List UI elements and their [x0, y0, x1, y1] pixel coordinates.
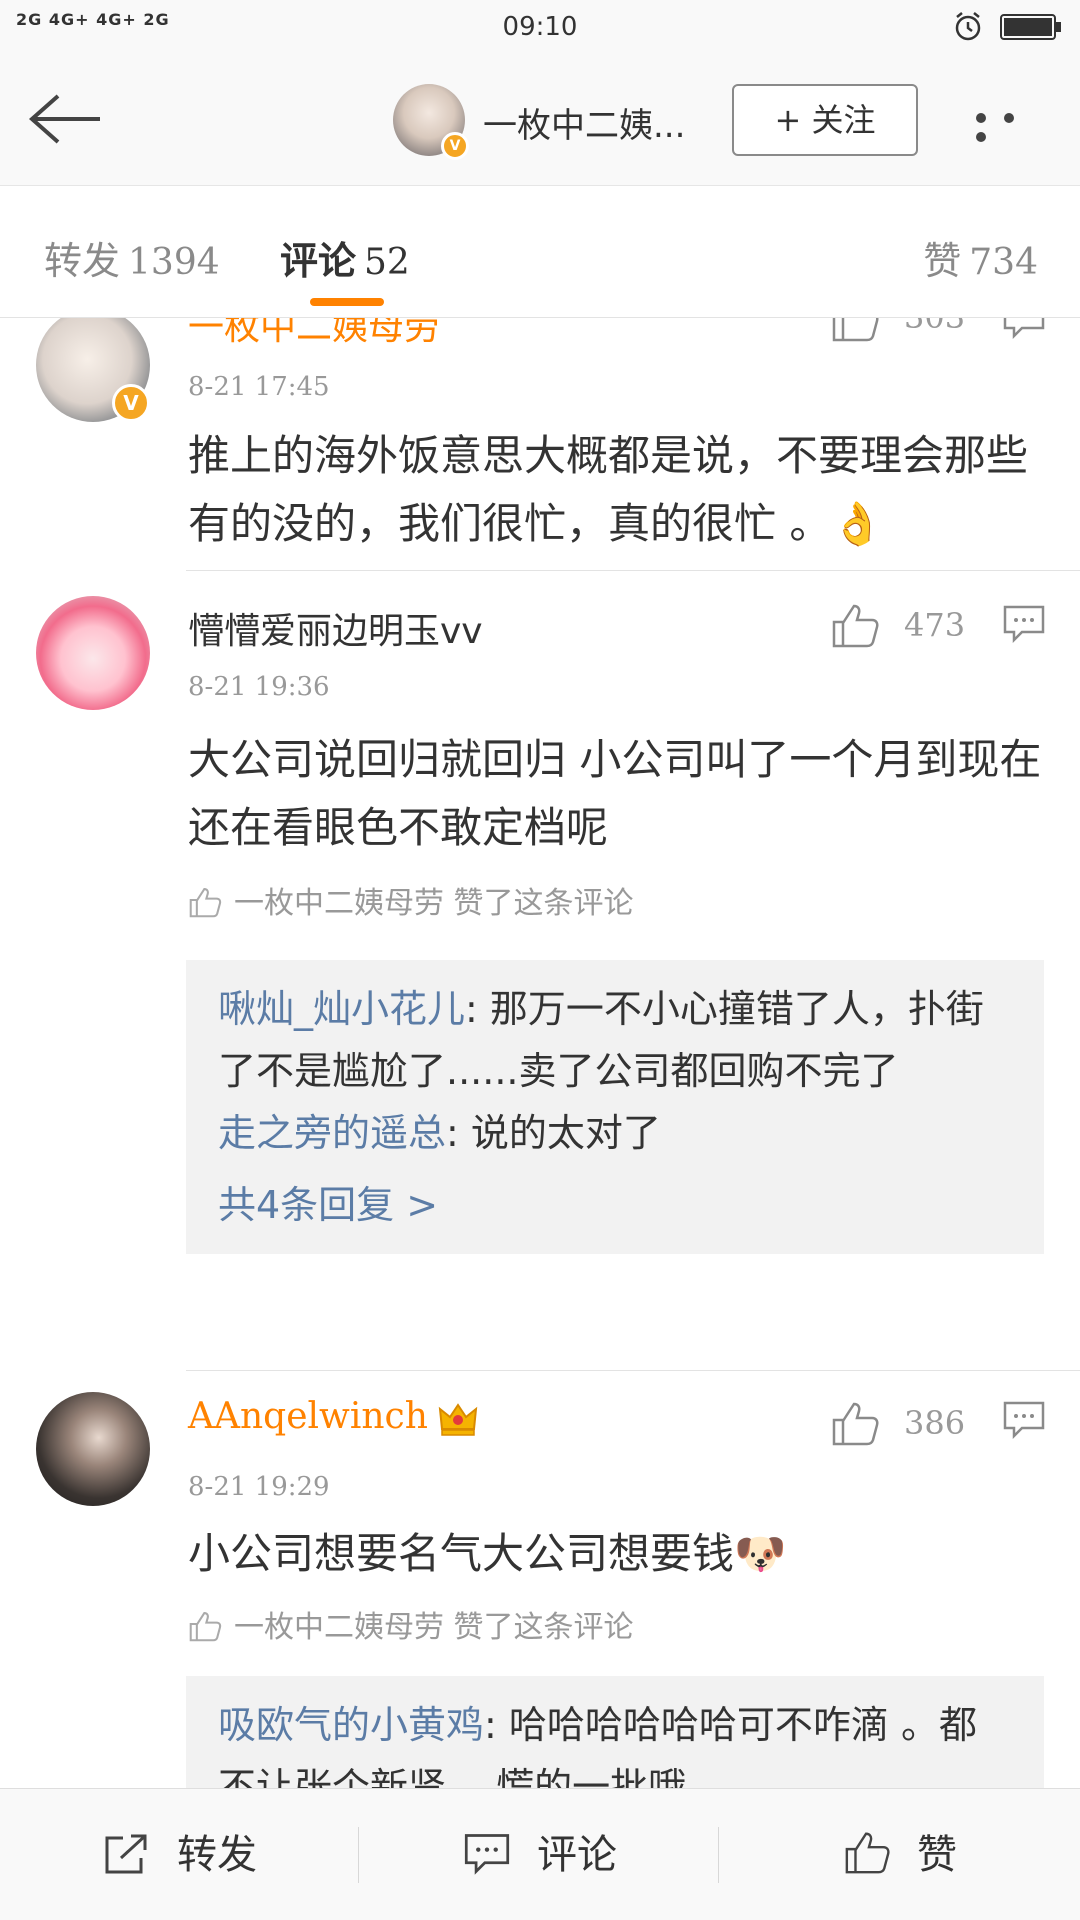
comment-time: 8-21 19:29 — [188, 1472, 330, 1502]
reply-item[interactable]: 吸欧气的小黄鸡: 哈哈哈哈哈哈可不咋滴 。都不让张个新肾 。慌的一批哦 — [218, 1694, 1014, 1788]
like-count: 303 — [904, 318, 965, 336]
reply-username[interactable]: 吸欧气的小黄鸡 — [218, 1703, 484, 1747]
more-options-icon[interactable] — [976, 108, 1052, 142]
status-bar: 2G 4G+ 4G+ 2G 09:10 — [0, 0, 1080, 58]
like-count: 386 — [904, 1404, 966, 1442]
vip-crown-icon — [438, 1403, 478, 1436]
tab-comments[interactable]: 评论 52 — [280, 230, 410, 285]
liked-by-author: 一枚中二姨母劳 赞了这条评论 — [188, 1602, 634, 1646]
reply-item[interactable]: 走之旁的遥总: 说的太对了 — [218, 1102, 1014, 1164]
comment-item: 懵懵爱丽边明玉vv 473 8-21 19:36 大公司说回归就回归 小公司叫了… — [0, 570, 1080, 1370]
thumbs-up-small-icon — [189, 1612, 222, 1642]
like-button[interactable]: 赞 — [720, 1789, 1080, 1920]
tab-bar: 转发 1394 评论 52 赞 734 — [0, 186, 1080, 318]
reply-username[interactable]: 走之旁的遥总 — [218, 1111, 446, 1155]
comment-text: 大公司说回归就回归 小公司叫了一个月到现在还在看眼色不敢定档呢 — [188, 735, 1042, 852]
replies-box[interactable]: 啾灿_灿小花儿: 那万一不小心撞错了人，扑街了不是尴尬了......卖了公司都回… — [186, 960, 1044, 1254]
bottom-toolbar: 转发 评论 赞 — [0, 1788, 1080, 1920]
verified-badge-icon: V — [112, 384, 150, 422]
tab-comments-label: 评论 — [280, 239, 357, 283]
tab-likes-count: 734 — [969, 242, 1038, 283]
tab-repost[interactable]: 转发 1394 — [44, 230, 220, 285]
repost-button[interactable]: 转发 — [0, 1789, 360, 1920]
reply-item[interactable]: 啾灿_灿小花儿: 那万一不小心撞错了人，扑街了不是尴尬了......卖了公司都回… — [218, 978, 1014, 1102]
comment-item: AAnqelwinch 386 8-21 19:29 小公司想要名气大公司想要钱… — [0, 1370, 1080, 1788]
battery-icon — [1000, 14, 1061, 40]
liked-by-name: 一枚中二姨母劳 — [234, 1610, 444, 1645]
back-arrow-icon[interactable] — [24, 88, 104, 150]
comment-button[interactable]: 评论 — [360, 1789, 720, 1920]
comment-text: 推上的海外饭意思大概都是说，不要理会那些有的没的，我们很忙，真的很忙 。👌 — [188, 431, 1029, 548]
tab-comments-count: 52 — [364, 242, 410, 283]
like-label: 赞 — [917, 1832, 957, 1878]
comment-icon — [464, 1834, 510, 1875]
reply-text: : 说的太对了 — [446, 1111, 661, 1155]
reply-icon[interactable] — [1002, 1400, 1046, 1440]
liked-by-suffix: 赞了这条评论 — [453, 886, 634, 921]
share-icon — [105, 1834, 147, 1874]
comment-list[interactable]: V 一枚中二姨母劳 303 8-21 17:45 推上的海外饭意思大概都是说，不… — [0, 318, 1080, 1788]
liked-by-suffix: 赞了这条评论 — [453, 1610, 634, 1645]
commenter-name[interactable]: 一枚中二姨母劳 — [188, 318, 440, 350]
author-avatar[interactable]: V — [393, 84, 469, 160]
comment-time: 8-21 19:36 — [188, 672, 330, 702]
replies-box[interactable]: 吸欧气的小黄鸡: 哈哈哈哈哈哈可不咋滴 。都不让张个新肾 。慌的一批哦 — [186, 1676, 1044, 1788]
verified-badge-icon: V — [441, 132, 469, 160]
header-bar: V 一枚中二姨... + 关注 — [0, 58, 1080, 186]
commenter-name[interactable]: AAnqelwinch — [188, 1396, 478, 1437]
comment-text: 小公司想要名气大公司想要钱🐶 — [188, 1529, 787, 1578]
thumbs-up-icon — [845, 1832, 890, 1874]
alarm-icon — [955, 12, 981, 41]
reply-username[interactable]: 啾灿_灿小花儿 — [218, 987, 465, 1031]
tab-likes-label: 赞 — [923, 239, 962, 283]
follow-button[interactable]: + 关注 — [732, 84, 918, 156]
active-tab-indicator — [310, 298, 384, 306]
tab-repost-count: 1394 — [128, 242, 220, 283]
toolbar-separator — [358, 1827, 359, 1883]
thumbs-up-icon[interactable] — [830, 318, 880, 344]
reply-icon[interactable] — [1002, 318, 1046, 340]
comment-label: 评论 — [537, 1832, 617, 1878]
thumbs-up-icon[interactable] — [830, 1398, 880, 1448]
liked-by-author: 一枚中二姨母劳 赞了这条评论 — [188, 878, 634, 922]
toolbar-separator — [718, 1827, 719, 1883]
liked-by-name: 一枚中二姨母劳 — [234, 886, 444, 921]
commenter-name[interactable]: 懵懵爱丽边明玉vv — [188, 602, 483, 654]
comment-time: 8-21 17:45 — [188, 372, 330, 402]
tab-likes[interactable]: 赞 734 — [923, 230, 1038, 285]
thumbs-up-icon[interactable] — [830, 600, 880, 650]
author-name[interactable]: 一枚中二姨... — [483, 98, 685, 147]
view-all-replies-link[interactable]: 共4条回复 > — [218, 1174, 1014, 1236]
tab-repost-label: 转发 — [44, 239, 121, 283]
reply-icon[interactable] — [1002, 604, 1046, 644]
repost-label: 转发 — [177, 1832, 257, 1878]
thumbs-up-small-icon — [189, 888, 222, 918]
commenter-avatar[interactable] — [36, 1392, 150, 1506]
like-count: 473 — [904, 606, 966, 644]
status-time: 09:10 — [502, 12, 578, 42]
commenter-avatar[interactable] — [36, 596, 150, 710]
